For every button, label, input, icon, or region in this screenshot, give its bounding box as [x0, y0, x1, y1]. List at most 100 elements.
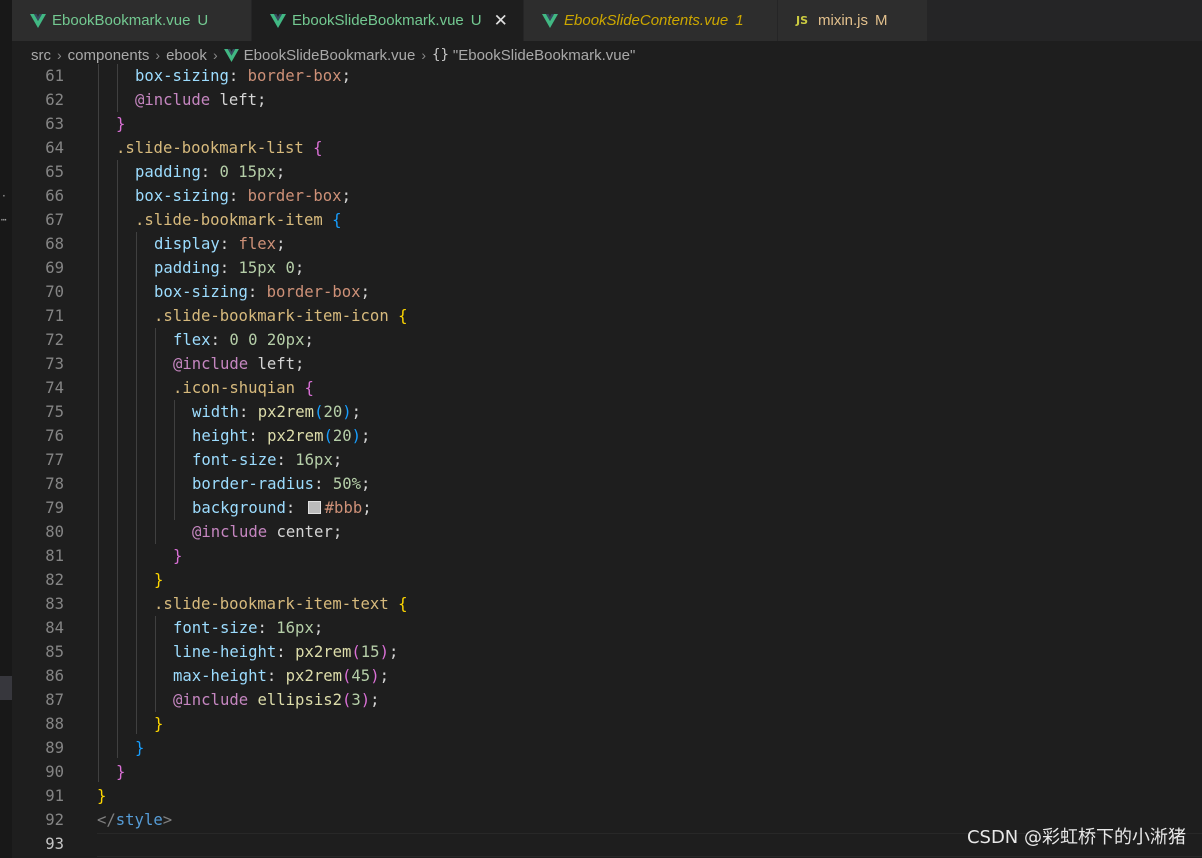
code-line: 64 .slide-bookmark-list {	[12, 136, 1202, 160]
tab-git-badge: U	[197, 12, 209, 29]
code-line: 66 box-sizing: border-box;	[12, 184, 1202, 208]
line-number: 82	[45, 571, 64, 589]
line-number: 68	[45, 235, 64, 253]
code-line: 82}	[12, 568, 1202, 592]
line-content: box-sizing: border-box;	[135, 67, 351, 85]
tab-label: EbookBookmark.vue	[52, 12, 191, 29]
line-content: .slide-bookmark-item-text {	[154, 595, 408, 613]
code-line: 61 box-sizing: border-box;	[12, 64, 1202, 88]
line-content: flex: 0 0 20px;	[173, 331, 314, 349]
tab-ebookbookmark[interactable]: EbookBookmark.vue U	[12, 0, 252, 41]
breadcrumb-item-symbol[interactable]: "EbookSlideBookmark.vue"	[453, 47, 635, 64]
code-line: 78 border-radius: 50%;	[12, 472, 1202, 496]
vue-icon	[542, 13, 558, 28]
line-content: }	[97, 787, 107, 805]
line-number: 65	[45, 163, 64, 181]
line-content: display: flex;	[154, 235, 286, 253]
code-line: 62 @include left;	[12, 88, 1202, 112]
js-icon: JS	[796, 14, 809, 27]
code-line: 83 .slide-bookmark-item-text {	[12, 592, 1202, 616]
line-content: }	[173, 547, 183, 565]
code-line: 71 .slide-bookmark-item-icon {	[12, 304, 1202, 328]
tab-ebookslidecontents[interactable]: EbookSlideContents.vue 1	[524, 0, 778, 41]
line-number: 91	[45, 787, 64, 805]
chevron-right-icon: ›	[155, 47, 161, 63]
watermark: CSDN @彩虹桥下的小淅猪	[966, 827, 1186, 848]
line-content: border-radius: 50%;	[192, 475, 371, 493]
activity-edge: · ···	[0, 0, 12, 858]
line-content: }	[154, 571, 164, 589]
code-line: 81}	[12, 544, 1202, 568]
line-number: 66	[45, 187, 64, 205]
line-number: 75	[45, 403, 64, 421]
breadcrumb-item-file[interactable]: EbookSlideBookmark.vue	[244, 47, 416, 64]
line-number: 93	[45, 835, 64, 853]
line-number: 87	[45, 691, 64, 709]
line-number: 70	[45, 283, 64, 301]
chevron-right-icon: ›	[212, 47, 218, 63]
line-number: 69	[45, 259, 64, 277]
line-number: 86	[45, 667, 64, 685]
color-swatch[interactable]	[307, 501, 321, 514]
code-line: 88}	[12, 712, 1202, 736]
line-number: 76	[45, 427, 64, 445]
tab-git-badge: U	[470, 12, 482, 29]
editor-tabbar: EbookBookmark.vue U EbookSlideBookmark.v…	[12, 0, 1202, 41]
braces-icon: {}	[432, 47, 449, 63]
line-content: box-sizing: border-box;	[154, 283, 370, 301]
line-number: 90	[45, 763, 64, 781]
breadcrumb-item-ebook[interactable]: ebook	[166, 47, 207, 64]
line-content: }	[154, 715, 164, 733]
line-content: .slide-bookmark-item-icon {	[154, 307, 408, 325]
line-content: .slide-bookmark-list {	[116, 139, 323, 157]
code-line: 74 .icon-shuqian {	[12, 376, 1202, 400]
code-line: 80 @include center;	[12, 520, 1202, 544]
close-icon[interactable]: ✕	[494, 12, 508, 29]
line-content: line-height: px2rem(15);	[173, 643, 399, 661]
tab-label: mixin.js	[818, 12, 869, 29]
line-number: 88	[45, 715, 64, 733]
line-content: </style>	[97, 811, 173, 829]
line-content: @include center;	[192, 523, 343, 541]
line-number: 83	[45, 595, 64, 613]
breadcrumb-item-src[interactable]: src	[31, 47, 51, 64]
code-line: 87 @include ellipsis2(3);	[12, 688, 1202, 712]
line-content: }	[116, 115, 126, 133]
line-content: @include left;	[173, 355, 305, 373]
breadcrumb-item-components[interactable]: components	[68, 47, 150, 64]
code-editor[interactable]: 61 box-sizing: border-box; 62 @include lef…	[12, 64, 1202, 858]
line-number: 73	[45, 355, 64, 373]
vue-icon	[30, 13, 46, 28]
line-number: 62	[45, 91, 64, 109]
code-line: 90}	[12, 760, 1202, 784]
line-content: font-size: 16px;	[192, 451, 343, 469]
code-line: 89}	[12, 736, 1202, 760]
tab-ebookslidebookmark[interactable]: EbookSlideBookmark.vue U ✕	[252, 0, 524, 41]
code-line: 79 background: #bbb;	[12, 496, 1202, 520]
line-number: 77	[45, 451, 64, 469]
line-number: 81	[45, 547, 64, 565]
line-content: height: px2rem(20);	[192, 427, 371, 445]
code-line: 67 .slide-bookmark-item {	[12, 208, 1202, 232]
chevron-right-icon: ›	[57, 47, 62, 63]
line-content: @include ellipsis2(3);	[173, 691, 380, 709]
code-line: 68 display: flex;	[12, 232, 1202, 256]
chevron-right-icon: ›	[421, 47, 427, 63]
tab-git-badge: M	[875, 12, 888, 29]
vue-icon	[270, 13, 286, 28]
tab-label: EbookSlideContents.vue	[564, 12, 729, 29]
code-line: 85 line-height: px2rem(15);	[12, 640, 1202, 664]
line-content: @include left;	[135, 91, 267, 109]
line-content: .icon-shuqian {	[173, 379, 314, 397]
code-line: 63}	[12, 112, 1202, 136]
line-content: background: #bbb;	[192, 499, 372, 517]
line-number: 67	[45, 211, 64, 229]
line-number: 80	[45, 523, 64, 541]
line-number: 71	[45, 307, 64, 325]
tab-mixin[interactable]: JS mixin.js M	[778, 0, 928, 41]
code-line: 75 width: px2rem(20);	[12, 400, 1202, 424]
code-line: 77 font-size: 16px;	[12, 448, 1202, 472]
edge-dot: ·	[2, 189, 6, 203]
line-number: 89	[45, 739, 64, 757]
line-number: 74	[45, 379, 64, 397]
